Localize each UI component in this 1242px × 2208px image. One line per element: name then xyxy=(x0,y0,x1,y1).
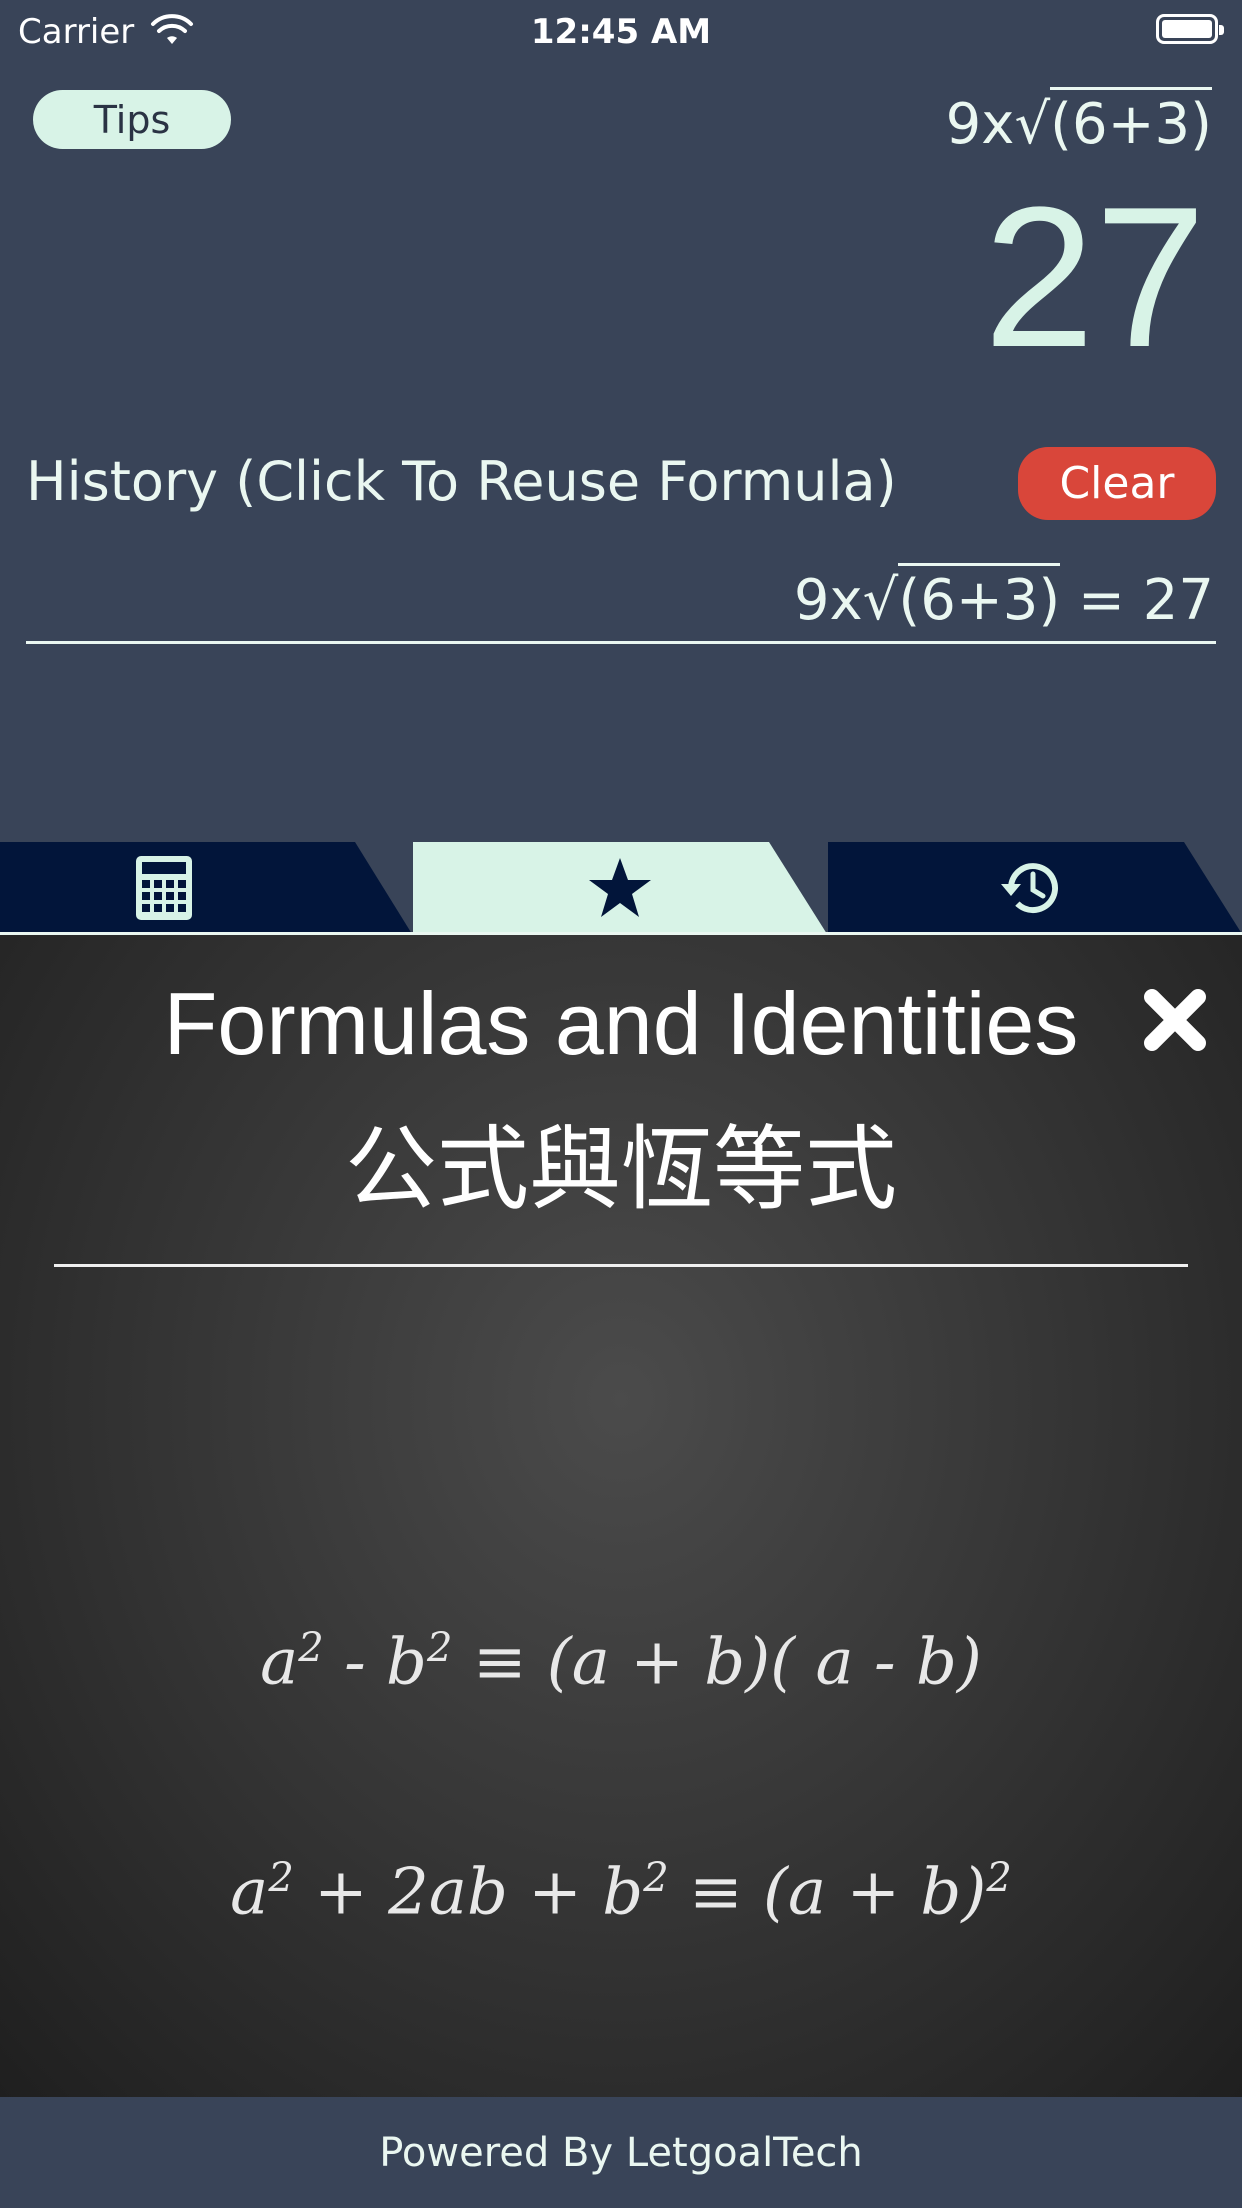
formula-exponent: 2 xyxy=(268,1855,294,1901)
current-formula: 9x√(6+3) xyxy=(945,87,1212,157)
formula-exponent: 2 xyxy=(986,1855,1012,1901)
formula-term: ≡ (a + b)( a - b) xyxy=(452,1625,982,1700)
history-icon xyxy=(1001,863,1058,914)
formula-exponent: 2 xyxy=(643,1855,669,1901)
formula-exponent: 2 xyxy=(427,1625,453,1671)
tips-button[interactable]: Tips xyxy=(33,90,231,149)
footer-text: Powered By LetgoalTech xyxy=(379,2129,863,2176)
panel-divider xyxy=(54,1264,1188,1267)
battery-icon xyxy=(1156,14,1224,44)
history-label: History (Click To Reuse Formula) xyxy=(26,450,897,513)
tab-bar xyxy=(0,842,1242,934)
formula-square-of-sum: a2 + 2ab + b2 ≡ (a + b)2 xyxy=(0,1855,1242,1929)
panel-title: Formulas and Identities xyxy=(163,974,1079,1073)
status-bar: Carrier 12:45 AM xyxy=(0,0,1242,62)
footer: Powered By LetgoalTech xyxy=(0,2097,1242,2208)
history-item-result: = 27 xyxy=(1060,568,1214,633)
calculator-icon xyxy=(135,856,192,920)
history-item[interactable]: 9x√(6+3) = 27 xyxy=(26,563,1216,644)
formula-term: + 2ab + b xyxy=(293,1855,644,1930)
tab-history[interactable] xyxy=(828,842,1242,934)
clear-history-button[interactable]: Clear xyxy=(1018,447,1216,520)
star-icon xyxy=(589,858,651,917)
formulas-panel[interactable]: Formulas and Identities 公式與恆等式 a2 - b2 ≡… xyxy=(0,935,1242,2097)
formula-difference-of-squares: a2 - b2 ≡ (a + b)( a - b) xyxy=(0,1625,1242,1699)
formula-term: a xyxy=(230,1855,269,1930)
tab-favorites[interactable] xyxy=(413,842,827,934)
tab-calculator[interactable] xyxy=(0,842,412,934)
formula-exponent: 2 xyxy=(298,1625,324,1671)
formula-term: - b xyxy=(323,1625,428,1700)
formula-prefix: 9x√ xyxy=(945,92,1051,157)
history-item-sqrt-argument: (6+3) xyxy=(898,563,1061,633)
status-time: 12:45 AM xyxy=(530,12,712,52)
formula-sqrt-argument: (6+3) xyxy=(1050,87,1212,157)
result-display: 27 xyxy=(983,166,1206,389)
formula-term: ≡ (a + b) xyxy=(668,1855,987,1930)
formula-term: a xyxy=(260,1625,299,1700)
close-icon[interactable] xyxy=(1140,985,1210,1055)
history-item-prefix: 9x√ xyxy=(793,568,899,633)
panel-subtitle: 公式與恆等式 xyxy=(344,1116,897,1223)
